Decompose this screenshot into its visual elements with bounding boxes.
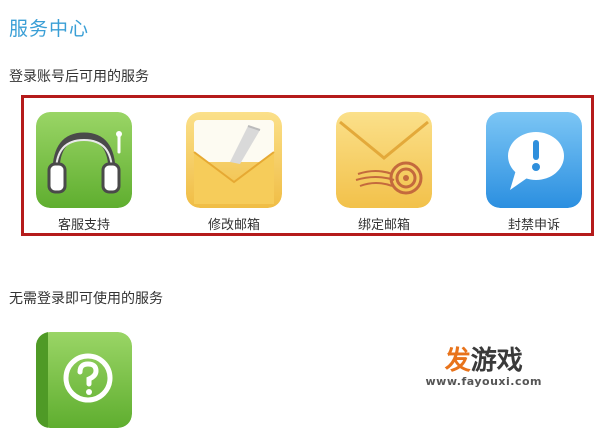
headset-icon (36, 112, 132, 208)
service-bind-email[interactable]: 绑定邮箱 (334, 112, 434, 233)
service-help[interactable] (34, 332, 134, 428)
page-title: 服务中心 (9, 18, 90, 40)
speech-bubble-exclamation-icon (486, 112, 582, 208)
service-label: 绑定邮箱 (357, 218, 410, 233)
watermark-url: www.fayouxi.com (425, 375, 542, 388)
service-label: 客服支持 (57, 218, 110, 233)
envelope-pen-icon (186, 112, 282, 208)
service-modify-email[interactable]: 修改邮箱 (184, 112, 284, 233)
service-ban-appeal[interactable]: 封禁申诉 (484, 112, 584, 233)
help-book-icon (36, 332, 132, 428)
service-customer-support[interactable]: 客服支持 (34, 112, 134, 233)
watermark-logo: 发游戏 www.fayouxi.com (426, 347, 542, 388)
watermark-logo-part1: 发 (444, 346, 471, 376)
service-label: 修改邮箱 (207, 218, 260, 233)
service-label: 封禁申诉 (507, 218, 560, 233)
section-title-no-login: 无需登录即可使用的服务 (9, 291, 163, 307)
watermark-logo-text: 发游戏 (426, 347, 542, 375)
envelope-stamp-icon (336, 112, 432, 208)
watermark-logo-part2: 游戏 (470, 346, 523, 376)
section-title-logged-in: 登录账号后可用的服务 (9, 69, 149, 85)
